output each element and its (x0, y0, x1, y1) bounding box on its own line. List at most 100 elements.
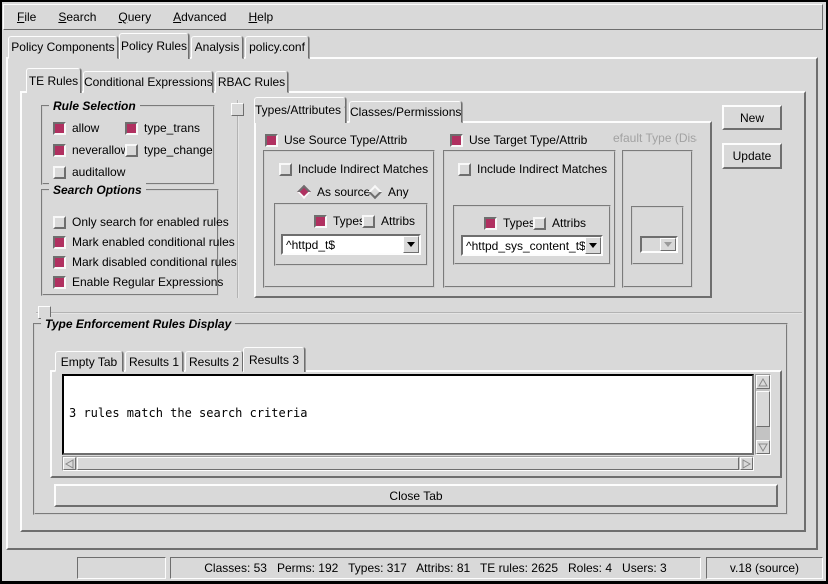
scroll-down-icon[interactable] (756, 440, 770, 454)
tab-policy-conf[interactable]: policy.conf (245, 36, 309, 59)
combo-value: ^httpd_t$ (283, 238, 403, 252)
tab-policy-components[interactable]: Policy Components (8, 36, 118, 59)
checkbox-use-source[interactable]: Use Source Type/Attrib (265, 133, 407, 147)
checkbox-indicator (53, 256, 66, 269)
checkbox-target-types[interactable]: Types (484, 216, 535, 230)
default-type-combo (640, 236, 678, 253)
tab-analysis[interactable]: Analysis (191, 36, 243, 59)
horizontal-scroll-thumb[interactable] (77, 457, 739, 470)
results-text-area[interactable]: 3 rules match the search criteria (5822)… (62, 374, 754, 455)
scroll-up-icon[interactable] (756, 375, 770, 389)
vertical-sash-handle[interactable] (231, 103, 244, 116)
checkbox-label: Include Indirect Matches (477, 162, 607, 176)
checkbox-label: Mark disabled conditional rules (72, 255, 237, 269)
tab-results-3[interactable]: Results 3 (243, 347, 305, 372)
checkbox-source-types[interactable]: Types (314, 214, 365, 228)
combo-value: ^httpd_sys_content_t$ (463, 239, 585, 253)
status-left-box (77, 557, 166, 579)
radio-indicator (368, 185, 382, 199)
status-version-text: v.18 (source) (730, 561, 799, 575)
checkbox-source-attribs[interactable]: Attribs (362, 214, 415, 228)
checkbox-indicator (450, 134, 463, 147)
menu-advanced[interactable]: Advanced (171, 9, 228, 25)
tab-te-rules[interactable]: TE Rules (26, 68, 81, 93)
checkbox-label: Enable Regular Expressions (72, 275, 223, 289)
checkbox-target-indirect[interactable]: Include Indirect Matches (458, 162, 607, 176)
checkbox-indicator (125, 144, 138, 157)
checkbox-neverallow[interactable]: neverallow (53, 143, 129, 157)
checkbox-use-target[interactable]: Use Target Type/Attrib (450, 133, 587, 147)
default-type-inner-group (631, 206, 684, 265)
checkbox-mark-disabled[interactable]: Mark disabled conditional rules (53, 255, 237, 269)
menu-file[interactable]: File (15, 9, 38, 25)
scroll-left-icon[interactable] (63, 457, 76, 470)
checkbox-type-change[interactable]: type_change (125, 143, 213, 157)
target-types-attribs-group: Types Attribs ^httpd_sys_content_t$ (453, 205, 611, 265)
source-type-combo[interactable]: ^httpd_t$ (281, 234, 421, 255)
checkbox-indicator (125, 122, 138, 135)
tab-results-1[interactable]: Results 1 (125, 351, 183, 372)
vertical-scrollbar[interactable] (755, 374, 771, 455)
checkbox-label: neverallow (72, 143, 129, 157)
tab-results-2[interactable]: Results 2 (185, 351, 243, 372)
checkbox-indicator (53, 122, 66, 135)
checkbox-label: Attribs (381, 214, 415, 228)
rule-selection-title: Rule Selection (49, 99, 140, 113)
checkbox-mark-enabled[interactable]: Mark enabled conditional rules (53, 235, 235, 249)
status-version: v.18 (source) (706, 557, 823, 579)
update-button[interactable]: Update (722, 143, 782, 169)
checkbox-indicator (314, 215, 327, 228)
radio-label: As source (317, 185, 370, 199)
menubar: File Search Query Advanced Help (3, 4, 823, 30)
target-type-combo[interactable]: ^httpd_sys_content_t$ (461, 235, 603, 256)
checkbox-indicator (53, 216, 66, 229)
close-tab-button[interactable]: Close Tab (54, 484, 778, 507)
tab-empty-tab[interactable]: Empty Tab (55, 351, 123, 372)
tab-conditional-expressions[interactable]: Conditional Expressions (83, 71, 213, 93)
checkbox-label: type_trans (144, 121, 200, 135)
checkbox-label: Types (333, 214, 365, 228)
vertical-scroll-thumb[interactable] (756, 391, 770, 427)
menu-search[interactable]: Search (56, 9, 98, 25)
checkbox-indicator (533, 217, 546, 230)
checkbox-target-attribs[interactable]: Attribs (533, 216, 586, 230)
checkbox-label: allow (72, 121, 99, 135)
radio-label: Any (388, 185, 409, 199)
scroll-right-icon[interactable] (740, 457, 753, 470)
checkbox-auditallow[interactable]: auditallow (53, 165, 125, 179)
checkbox-only-enabled[interactable]: Only search for enabled rules (53, 215, 229, 229)
default-type-label: efault Type (Disa (613, 131, 697, 146)
app-window: File Search Query Advanced Help Policy C… (0, 0, 828, 584)
search-options-title: Search Options (49, 183, 146, 197)
menu-query[interactable]: Query (116, 9, 153, 25)
radio-as-source[interactable]: As source (297, 185, 370, 199)
new-button[interactable]: New (722, 105, 782, 130)
chevron-down-icon[interactable] (585, 237, 601, 254)
tab-types-attributes[interactable]: Types/Attributes * (254, 97, 346, 123)
horizontal-sash[interactable] (36, 312, 802, 314)
source-group: Include Indirect Matches As source Any T… (263, 150, 435, 288)
rule-selection-group: Rule Selection allow type_trans neverall… (41, 105, 215, 185)
source-types-attribs-group: Types Attribs ^httpd_t$ (274, 203, 428, 266)
checkbox-source-indirect[interactable]: Include Indirect Matches (279, 162, 428, 176)
te-rules-display-group: Type Enforcement Rules Display Empty Tab… (33, 323, 788, 515)
tab-policy-rules[interactable]: Policy Rules (119, 33, 189, 59)
checkbox-label: Mark enabled conditional rules (72, 235, 235, 249)
checkbox-indicator (265, 134, 278, 147)
checkbox-regex[interactable]: Enable Regular Expressions (53, 275, 223, 289)
checkbox-indicator (279, 163, 292, 176)
tab-classes-permissions[interactable]: Classes/Permissions (349, 101, 462, 123)
radio-any[interactable]: Any (368, 185, 409, 199)
chevron-down-icon[interactable] (403, 236, 419, 253)
vertical-sash[interactable] (237, 100, 239, 298)
horizontal-scrollbar[interactable] (62, 456, 754, 471)
checkbox-label: auditallow (72, 165, 125, 179)
checkbox-type-trans[interactable]: type_trans (125, 121, 200, 135)
checkbox-label: Include Indirect Matches (298, 162, 428, 176)
checkbox-indicator (53, 236, 66, 249)
menu-help[interactable]: Help (246, 9, 275, 25)
tab-rbac-rules[interactable]: RBAC Rules (215, 71, 288, 93)
target-group: Include Indirect Matches Types Attribs ^… (443, 150, 616, 288)
checkbox-allow[interactable]: allow (53, 121, 99, 135)
checkbox-label: type_change (144, 143, 213, 157)
